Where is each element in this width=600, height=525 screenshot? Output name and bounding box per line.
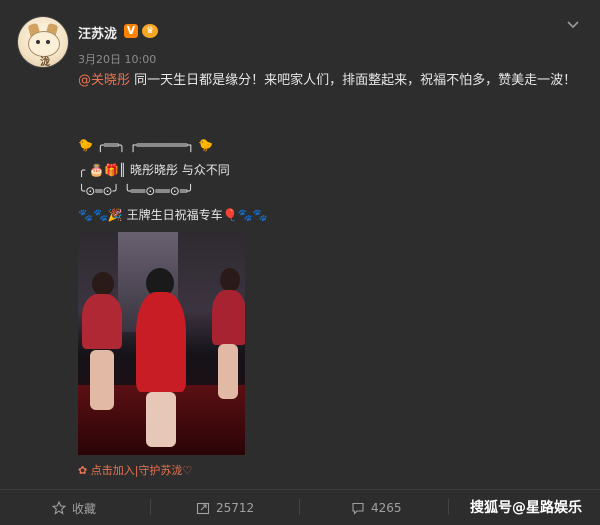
- deco-line-4: 🐾🐾🎉 王牌生日祝福专车🎈🐾🐾: [78, 208, 268, 222]
- deco-line-1: 🐤 ╭══╮ ┌═══════┐ 🐤: [78, 138, 214, 152]
- repost-count: 25712: [216, 501, 255, 515]
- comment-count: 4265: [371, 501, 402, 515]
- repost-button[interactable]: 25712: [196, 499, 254, 517]
- post-text: @关晓彤 同一天生日都是缘分！来吧家人们，排面整起来，祝福不怕多，赞美走一波！: [78, 69, 583, 92]
- star-icon: [52, 501, 66, 515]
- favorite-button[interactable]: 收藏: [52, 499, 96, 517]
- post-image[interactable]: [78, 232, 245, 455]
- source-watermark: 搜狐号@星路娱乐: [470, 500, 582, 516]
- repost-icon: [196, 502, 210, 515]
- join-fan-group-link[interactable]: ✿ 点击加入|守护苏泷♡: [78, 462, 192, 478]
- comment-button[interactable]: 4265: [351, 499, 402, 517]
- footer-separator: [299, 499, 300, 515]
- avatar[interactable]: 泷: [18, 17, 68, 67]
- post-body: 同一天生日都是缘分！来吧家人们，排面整起来，祝福不怕多，赞美走一波！: [130, 73, 577, 88]
- favorite-label: 收藏: [72, 501, 97, 516]
- verified-icon: V: [124, 24, 138, 38]
- post-timestamp[interactable]: 3月20日 10:00: [78, 51, 156, 67]
- username[interactable]: 汪苏泷: [78, 23, 117, 42]
- weibo-post-card: 泷 汪苏泷 V ♛ 3月20日 10:00 @关晓彤 同一天生日都是缘分！来吧家…: [0, 0, 600, 525]
- footer-separator: [150, 499, 151, 515]
- deco-line-2: ╭ 🎂🎁║ 晓彤晓彤 与众不同: [78, 163, 230, 177]
- comment-icon: [352, 502, 364, 515]
- chevron-down-icon[interactable]: [566, 17, 580, 31]
- footer-separator: [448, 499, 449, 515]
- member-badge-icon: ♛: [142, 24, 158, 38]
- mention-link[interactable]: @关晓彤: [78, 73, 130, 88]
- deco-line-3: ╰⊙═⊙╯ ╰══⊙══⊙═╯: [78, 184, 195, 198]
